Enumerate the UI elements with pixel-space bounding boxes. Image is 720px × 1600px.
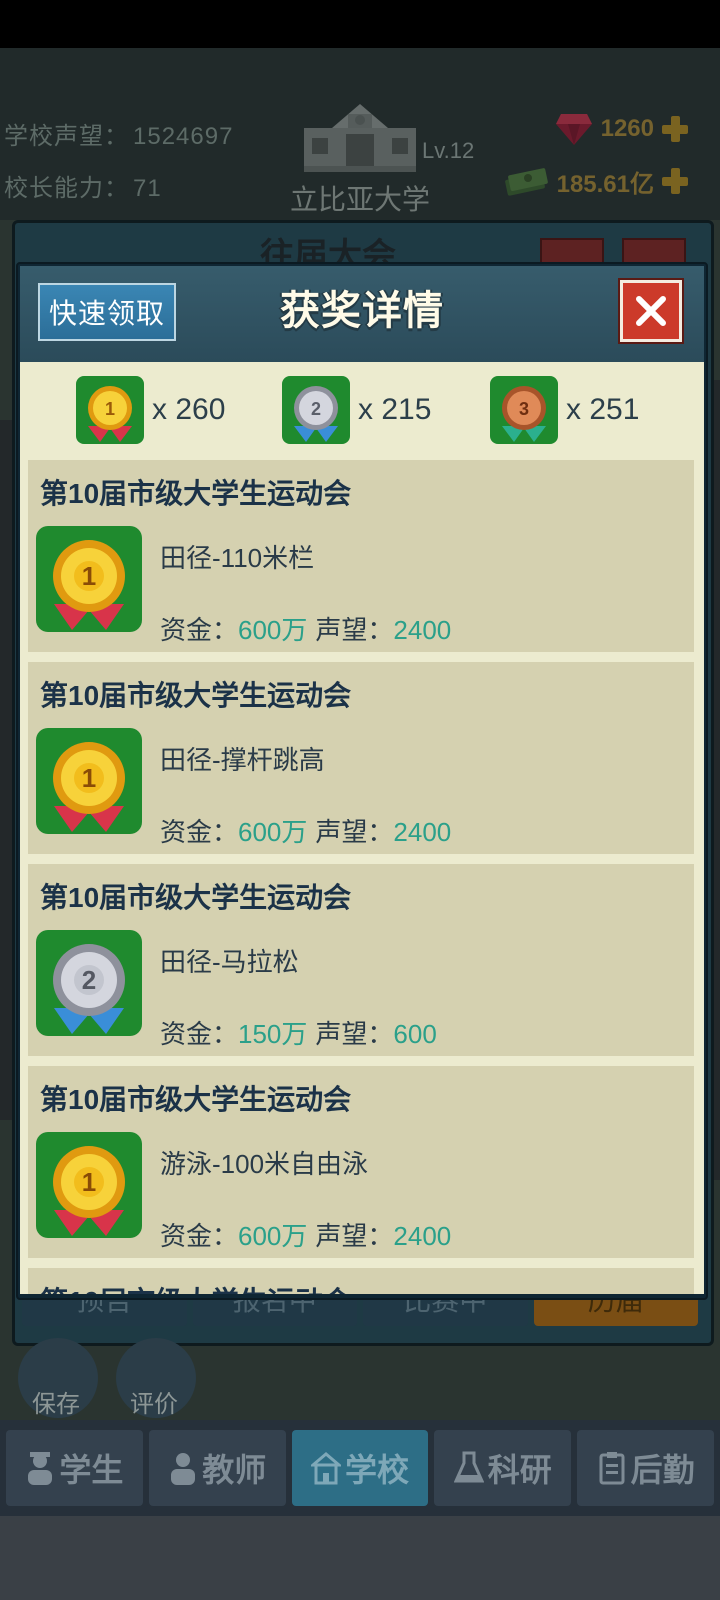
bronze-summary: 3 x 251 (490, 376, 639, 444)
award-title: 第10届市级大学生运动会 (40, 882, 352, 913)
fund-value: 600万 (238, 817, 308, 847)
silver-medal-icon: 2 (36, 930, 142, 1036)
silver-medal-icon: 2 (282, 376, 350, 444)
nav-logistics[interactable]: 后勤 (577, 1430, 714, 1506)
nav-students[interactable]: 学生 (6, 1430, 143, 1506)
silver-count: x 215 (358, 393, 432, 426)
money-currency: 185.61亿 (503, 164, 690, 198)
award-card: 第10届市级大学生运动会 2 田径-马拉松 资金：150万 声望：600 (28, 864, 694, 1056)
gem-icon (555, 114, 592, 145)
reputation-stat: 学校声望： 1524697 (4, 123, 234, 150)
gem-currency: 1260 (555, 112, 690, 146)
award-reward: 资金：600万 声望：2400 (160, 615, 452, 645)
reputation-value: 2400 (393, 1221, 452, 1251)
school-level: Lv.12 (422, 138, 475, 163)
gold-medal-icon: 1 (76, 376, 144, 444)
award-card: 第10届市级大学生运动会 1 田径-撑杆跳高 资金：600万 声望：2400 (28, 662, 694, 854)
fund-value: 150万 (238, 1019, 308, 1049)
bronze-medal-number: 3 (519, 399, 529, 419)
fund-value: 600万 (238, 1221, 308, 1251)
dialog-header: 获奖详情 快速领取 (20, 266, 704, 362)
reputation-value: 2400 (393, 615, 452, 645)
ability-stat: 校长能力： 71 (4, 175, 162, 202)
flask-icon (453, 1451, 484, 1483)
school-badge: Lv.12 立比亚大学 (270, 100, 480, 216)
money-count: 185.61亿 (556, 170, 654, 198)
bottom-fill (0, 1516, 720, 1600)
medal-number: 1 (82, 763, 96, 793)
award-reward: 资金：600万 声望：2400 (160, 1221, 452, 1251)
award-card: 第10届市级大学生运动会 1 田径-110米栏 资金：600万 声望：2400 (28, 460, 694, 652)
award-details-dialog: 获奖详情 快速领取 1 x 260 2 x 215 3 x 251 第10届市级… (16, 262, 708, 1300)
add-money-button[interactable] (660, 166, 690, 196)
reputation-value: 2400 (393, 817, 452, 847)
ability-value: 71 (133, 175, 162, 202)
award-event: 游泳-100米自由泳 (160, 1149, 369, 1179)
silver-medal-number: 2 (311, 399, 321, 419)
gold-medal-icon: 1 (36, 1132, 142, 1238)
teacher-icon (171, 1453, 196, 1485)
award-event: 田径-110米栏 (160, 543, 315, 573)
close-button[interactable] (620, 280, 682, 342)
fund-value: 600万 (238, 615, 308, 645)
student-icon (28, 1452, 53, 1485)
award-card: 第10届市级大学生运动会 (28, 1268, 694, 1294)
save-label: 保存 (32, 1391, 80, 1418)
award-reward: 资金：600万 声望：2400 (160, 817, 452, 847)
nav-research[interactable]: 科研 (434, 1430, 572, 1506)
dialog-body: 1 x 260 2 x 215 3 x 251 第10届市级大学生运动会 1 田… (20, 362, 704, 1294)
medal-number: 1 (82, 1167, 96, 1197)
award-title: 第10届市级大学生运动会 (40, 680, 352, 711)
school-building-icon (304, 104, 416, 172)
award-title: 第10届市级大学生运动会 (40, 1280, 351, 1294)
bottom-nav: 学生 教师 学校 科研 后勤 (0, 1420, 720, 1516)
award-reward: 资金：150万 声望：600 (160, 1019, 437, 1049)
gold-summary: 1 x 260 (76, 376, 225, 444)
medal-number: 2 (82, 965, 96, 995)
gold-medal-number: 1 (105, 399, 115, 419)
gold-medal-icon: 1 (36, 728, 142, 834)
money-icon (504, 168, 548, 196)
nav-school[interactable]: 学校 (291, 1430, 429, 1506)
gold-count: x 260 (152, 393, 226, 426)
silver-summary: 2 x 215 (282, 376, 431, 444)
award-event: 田径-撑杆跳高 (160, 745, 325, 775)
close-icon (636, 296, 666, 326)
medal-number: 1 (82, 561, 96, 591)
gem-count: 1260 (600, 115, 654, 142)
reputation-value: 1524697 (133, 123, 234, 150)
school-icon (310, 1452, 341, 1485)
award-list: 第10届市级大学生运动会 1 田径-110米栏 资金：600万 声望：2400 第… (28, 460, 694, 1294)
clipboard-icon (599, 1452, 625, 1485)
gold-medal-icon: 1 (36, 526, 142, 632)
award-title: 第10届市级大学生运动会 (40, 478, 352, 509)
status-bar (0, 0, 720, 48)
rate-label: 评价 (130, 1391, 178, 1418)
reputation-value: 600 (393, 1019, 437, 1049)
bronze-medal-icon: 3 (490, 376, 558, 444)
bronze-count: x 251 (566, 393, 640, 426)
award-event: 田径-马拉松 (160, 947, 299, 977)
school-name: 立比亚大学 (289, 184, 430, 215)
nav-teachers[interactable]: 教师 (148, 1430, 286, 1506)
add-gems-button[interactable] (660, 114, 690, 144)
medal-summary: 1 x 260 2 x 215 3 x 251 (20, 362, 704, 458)
quick-claim-button[interactable]: 快速领取 (38, 283, 176, 341)
award-card: 第10届市级大学生运动会 1 游泳-100米自由泳 资金：600万 声望：2400 (28, 1066, 694, 1258)
award-title: 第10届市级大学生运动会 (40, 1084, 352, 1115)
